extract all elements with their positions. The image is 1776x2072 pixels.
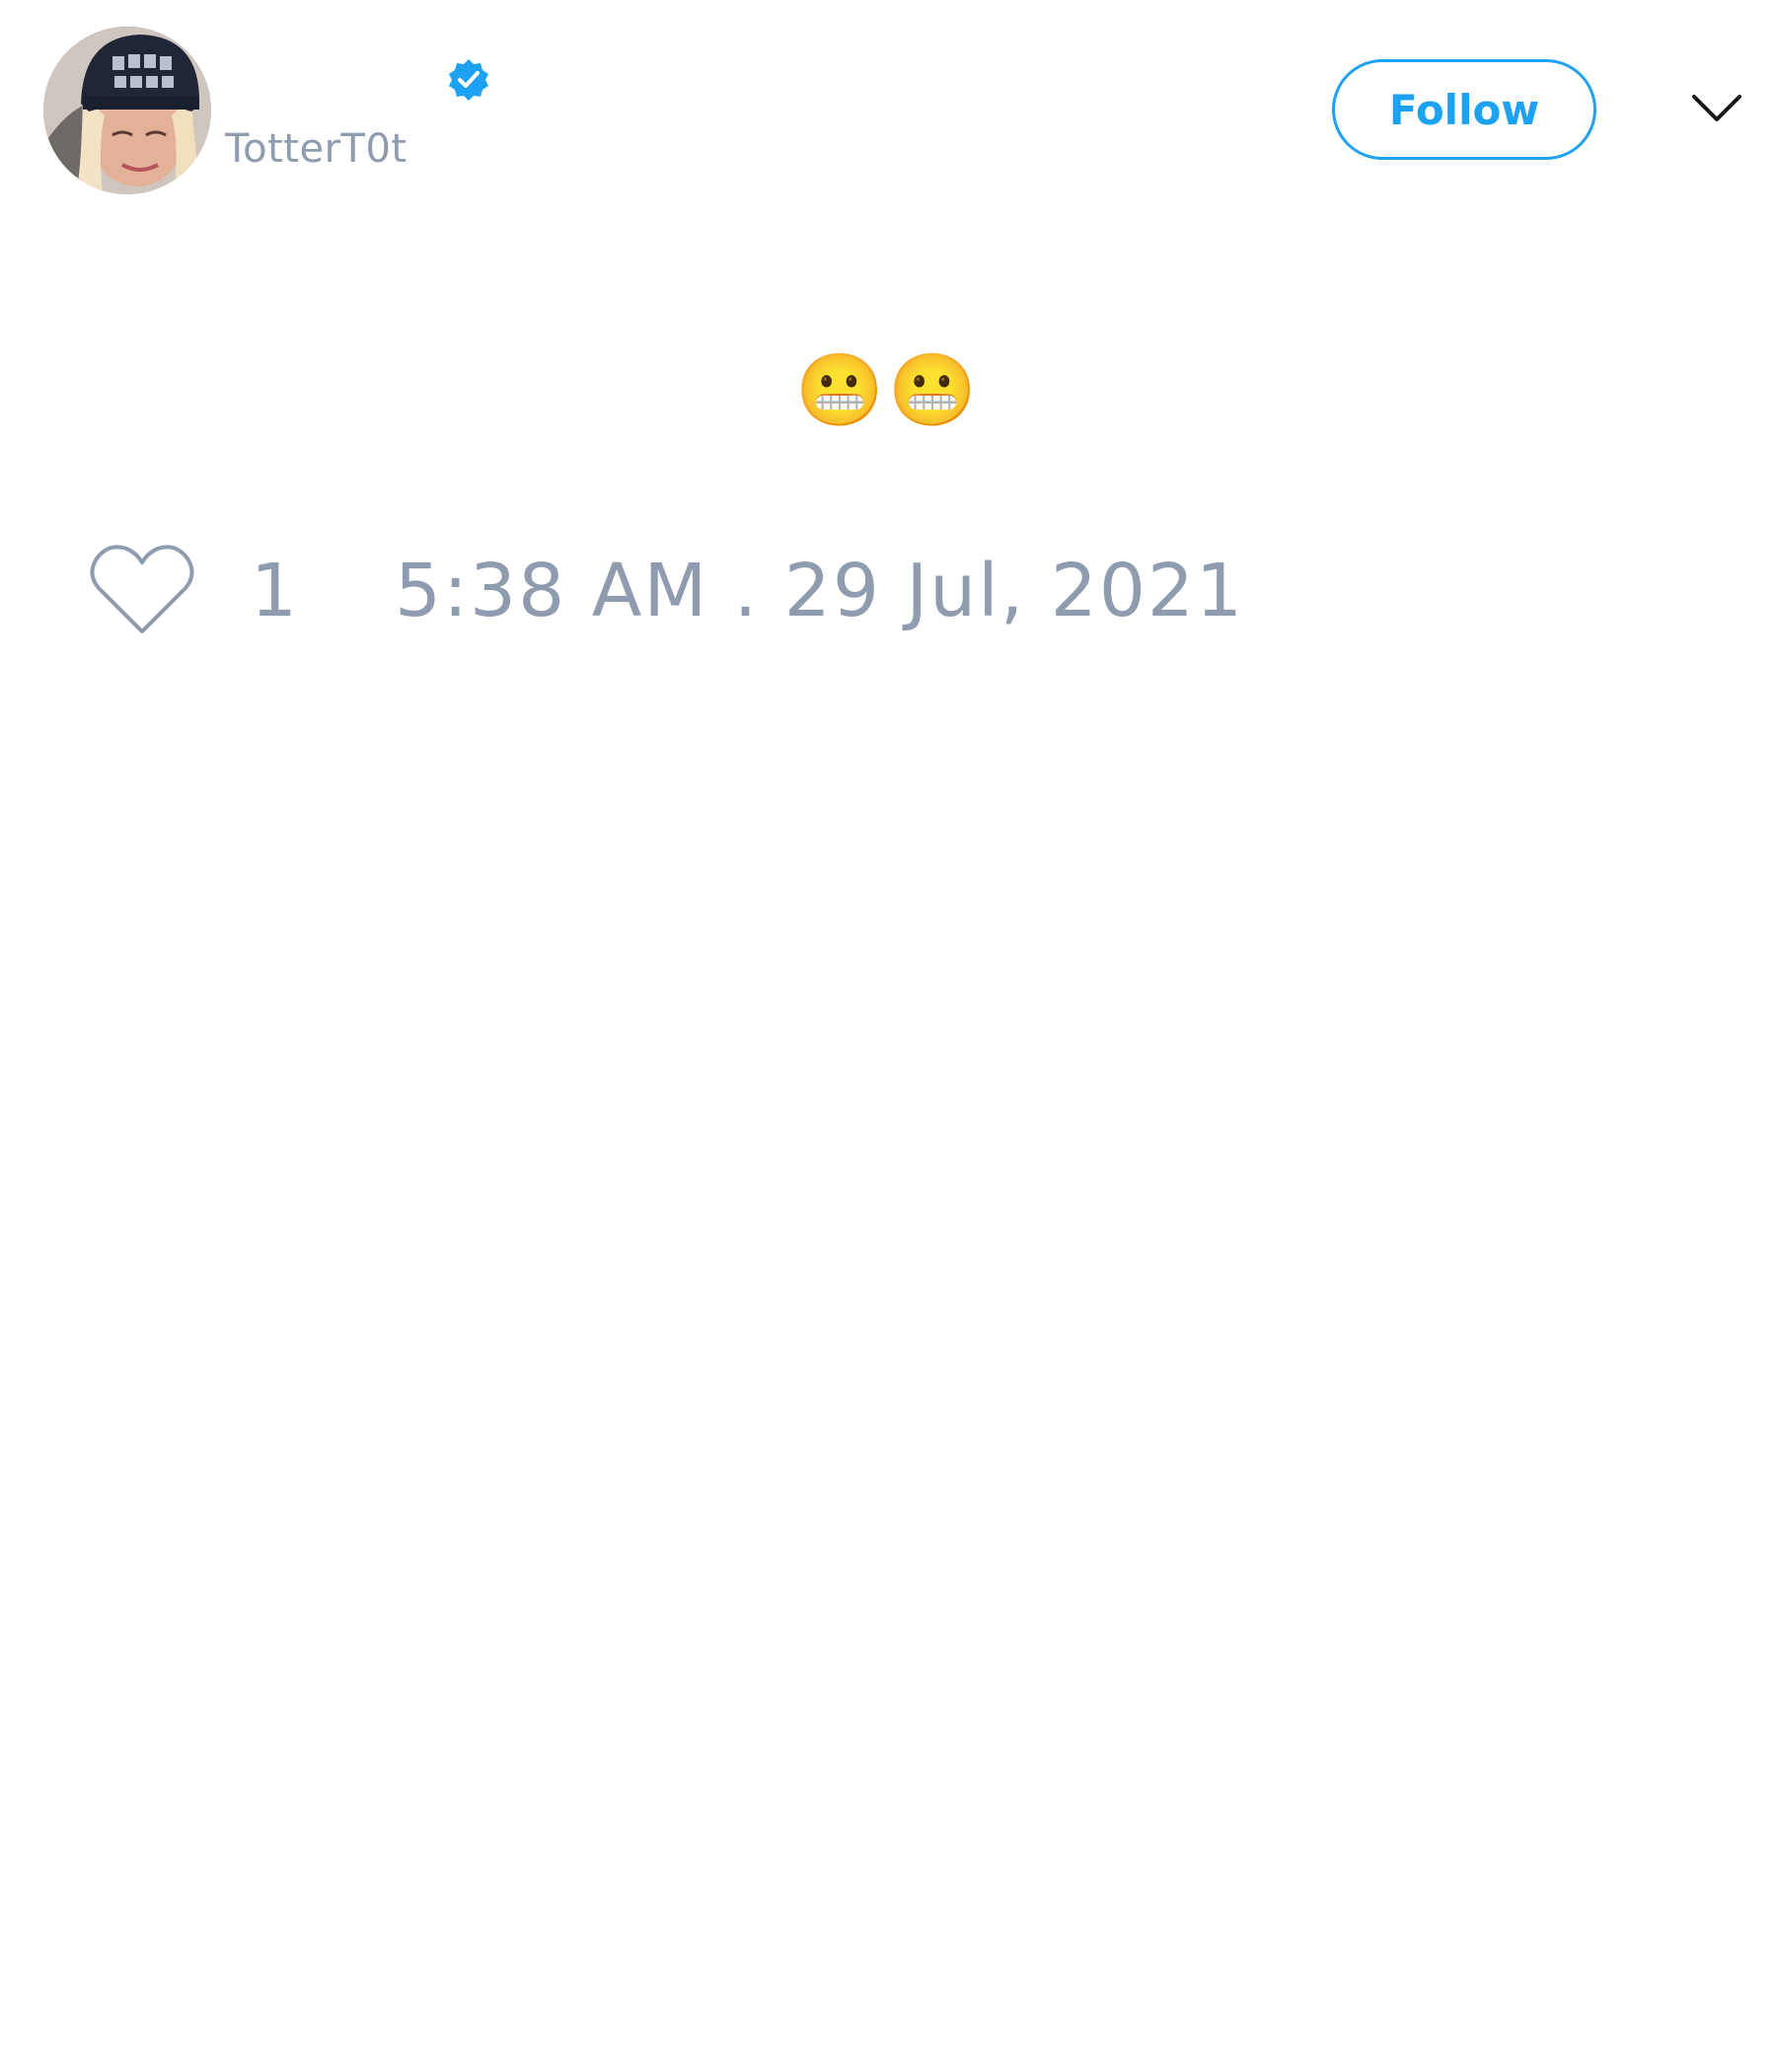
tweet-header: TotterT0t Follow	[0, 0, 1776, 217]
heart-icon[interactable]	[89, 543, 195, 637]
tweet-text: 😬😬	[795, 348, 981, 431]
verified-badge-icon	[446, 57, 491, 103]
tweet-footer: 1 5:38 AM . 29 Jul, 2021	[0, 533, 1776, 651]
more-options-button[interactable]	[1691, 87, 1742, 134]
timestamp[interactable]: 5:38 AM . 29 Jul, 2021	[395, 547, 1244, 635]
avatar-image	[43, 27, 211, 194]
avatar[interactable]	[43, 27, 211, 194]
follow-button[interactable]: Follow	[1332, 59, 1596, 160]
username[interactable]: TotterT0t	[225, 126, 407, 172]
like-count: 1	[251, 549, 298, 633]
chevron-down-icon	[1692, 95, 1741, 121]
